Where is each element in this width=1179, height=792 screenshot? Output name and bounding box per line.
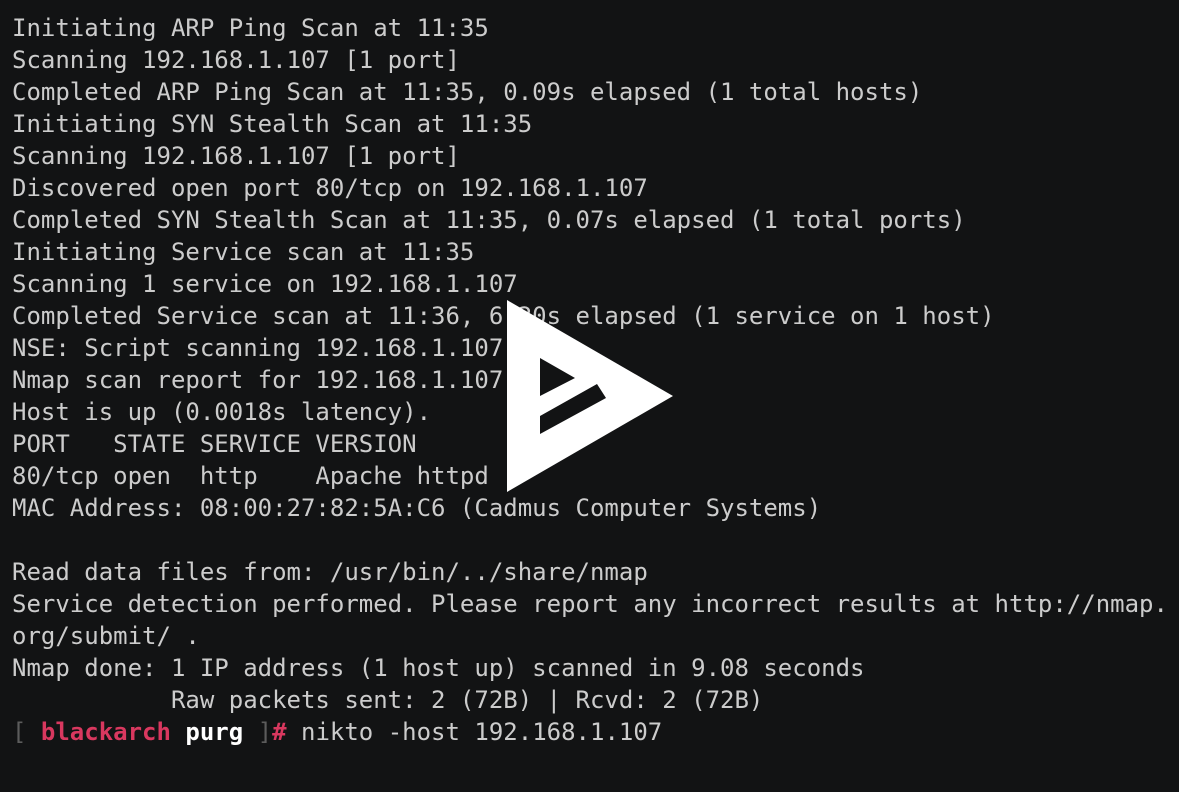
output-line: Read data files from: /usr/bin/../share/… <box>12 558 648 586</box>
prompt-symbol: # <box>272 718 287 746</box>
output-line: Service detection performed. Please repo… <box>12 590 1168 618</box>
prompt-line[interactable]: [ blackarch purg ]# nikto -host 192.168.… <box>12 716 1179 748</box>
output-line: Completed ARP Ping Scan at 11:35, 0.09s … <box>12 78 923 106</box>
output-line: MAC Address: 08:00:27:82:5A:C6 (Cadmus C… <box>12 494 822 522</box>
output-line: Scanning 192.168.1.107 [1 port] <box>12 46 460 74</box>
output-line: Scanning 1 service on 192.168.1.107 <box>12 270 518 298</box>
prompt-hostname: blackarch <box>40 718 171 746</box>
prompt-open-bracket: [ <box>12 718 41 746</box>
output-line: Initiating SYN Stealth Scan at 11:35 <box>12 110 533 138</box>
prompt-command: nikto -host 192.168.1.107 <box>286 718 663 746</box>
prompt-close-bracket: ] <box>243 718 273 746</box>
output-line: Initiating ARP Ping Scan at 11:35 <box>12 14 489 42</box>
output-line: Initiating Service scan at 11:35 <box>12 238 475 266</box>
output-line: Completed SYN Stealth Scan at 11:35, 0.0… <box>12 206 966 234</box>
output-line: Nmap done: 1 IP address (1 host up) scan… <box>12 654 865 682</box>
terminal-window[interactable]: Initiating ARP Ping Scan at 11:35 Scanni… <box>0 0 1179 792</box>
output-line: Scanning 192.168.1.107 [1 port] <box>12 142 460 170</box>
asciinema-play-icon[interactable] <box>505 298 675 494</box>
output-line: Raw packets sent: 2 (72B) | Rcvd: 2 (72B… <box>12 686 764 714</box>
output-line: org/submit/ . <box>12 622 200 650</box>
prompt-username: purg <box>185 718 244 746</box>
output-line: Discovered open port 80/tcp on 192.168.1… <box>12 174 648 202</box>
